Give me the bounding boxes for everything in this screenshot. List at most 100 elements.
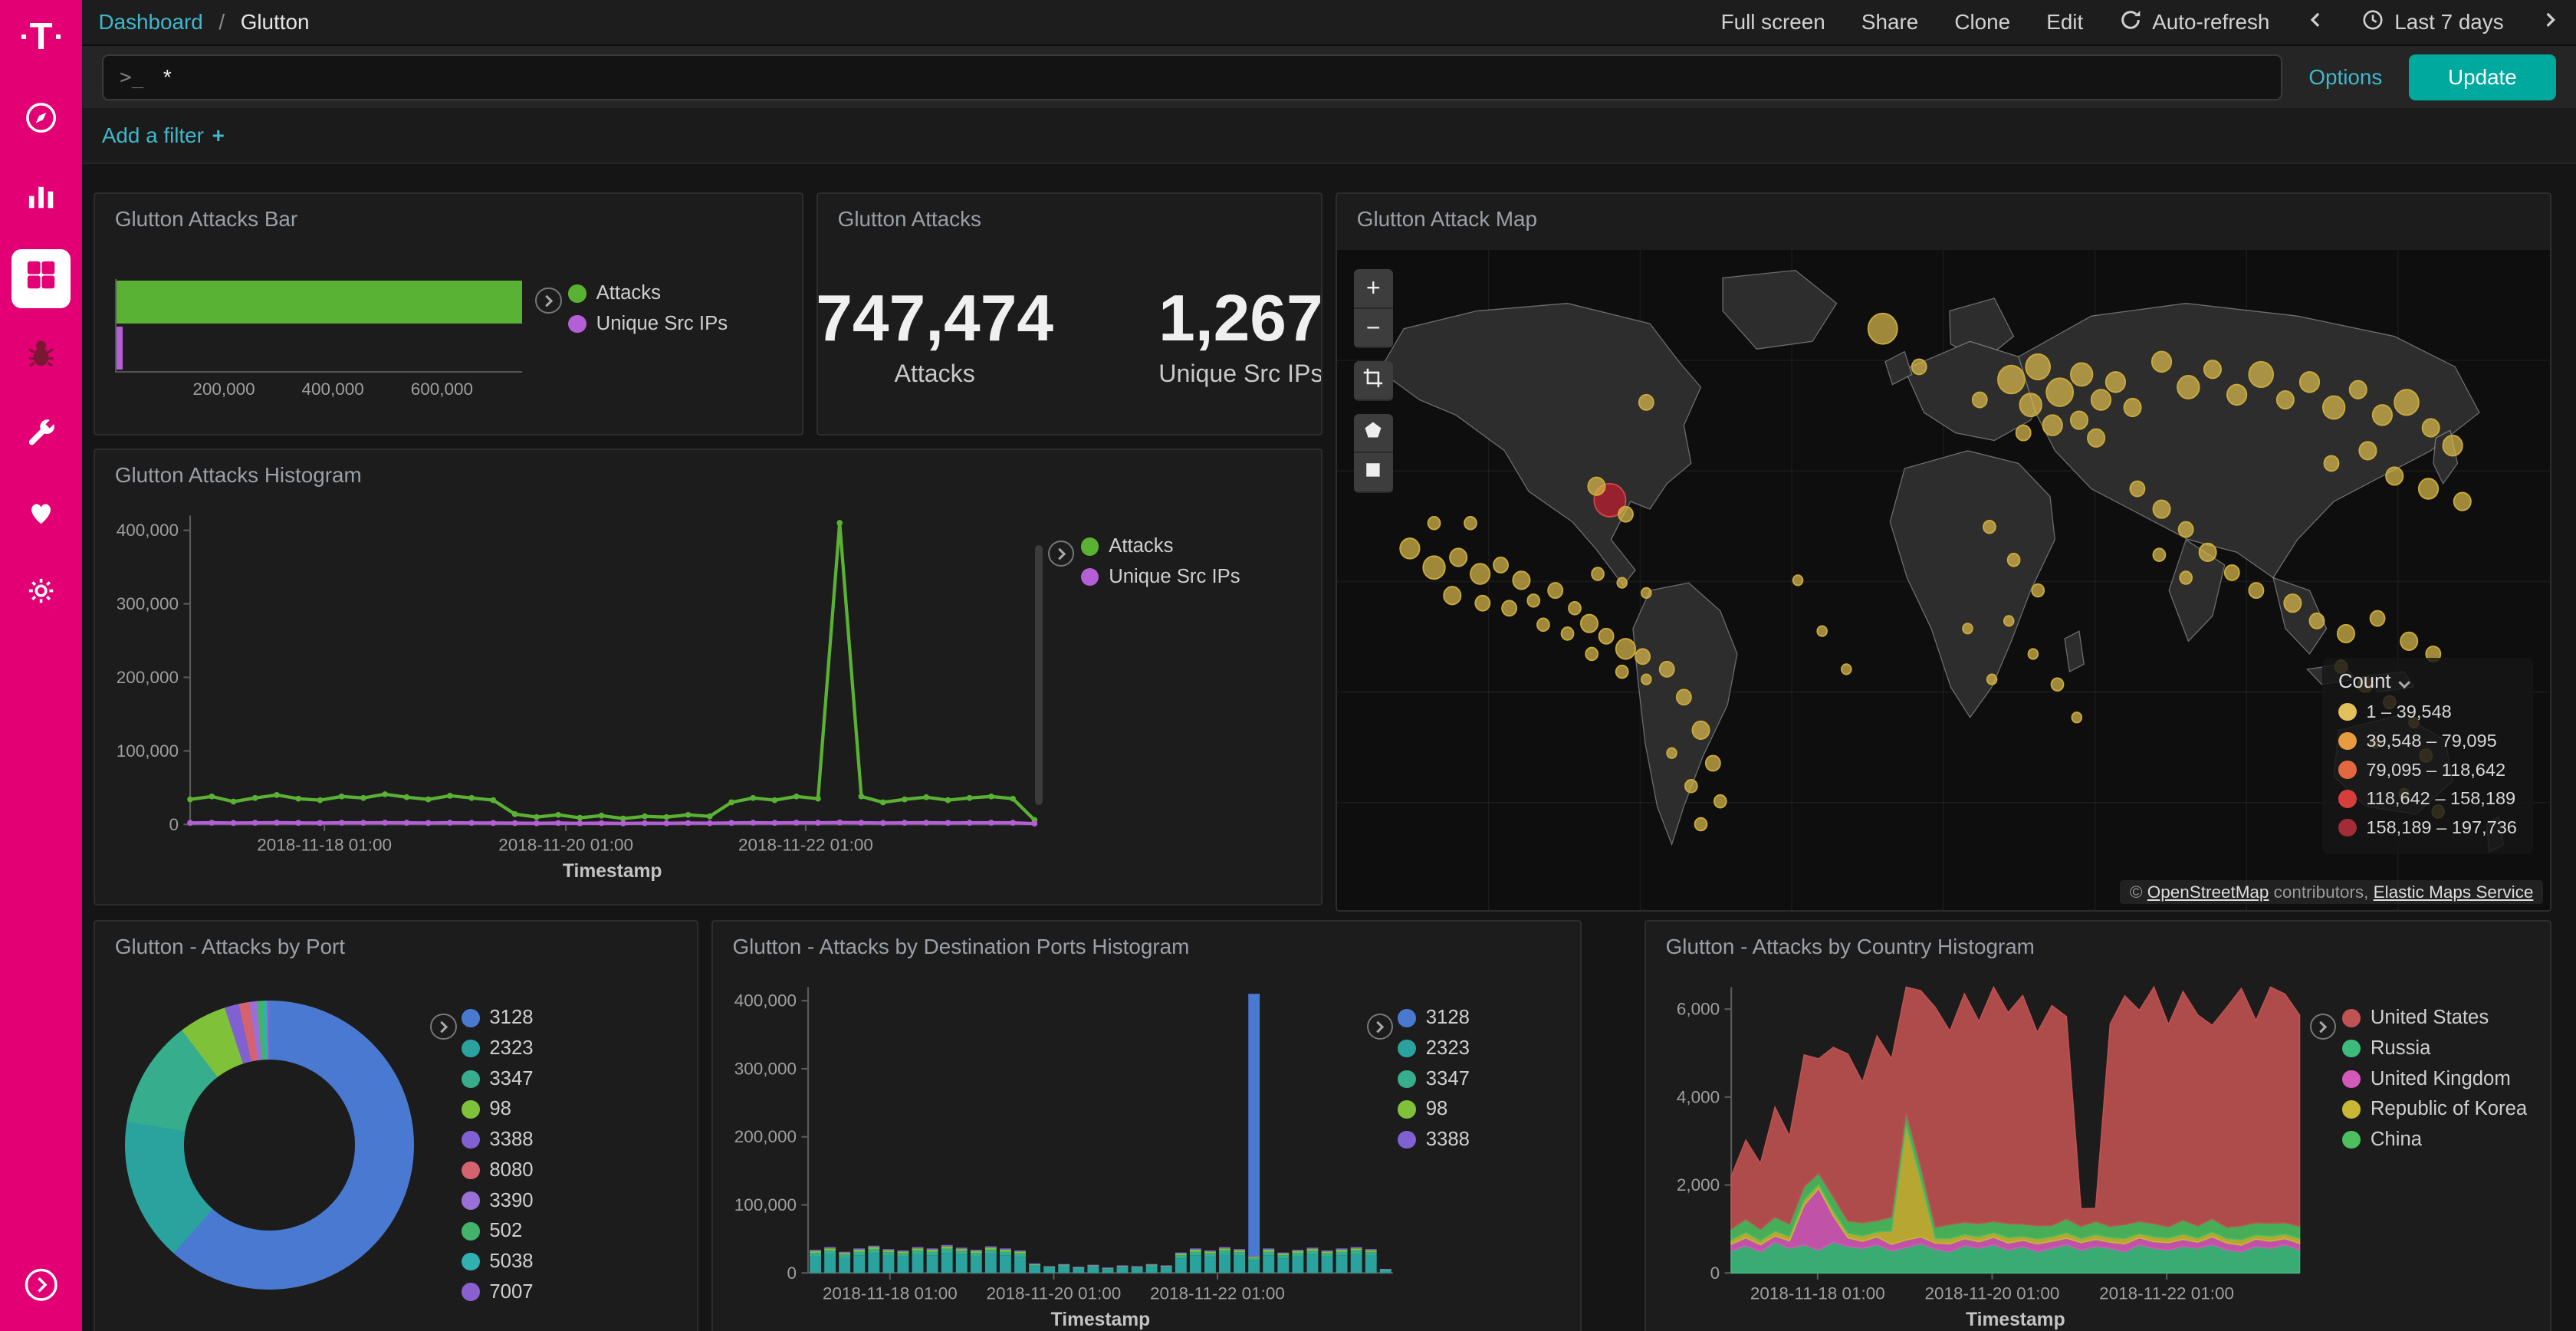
breadcrumb-dashboard-link[interactable]: Dashboard [99,10,203,34]
legend-item[interactable]: Attacks [1081,535,1240,557]
time-range-picker[interactable]: Last 7 days [2361,8,2503,37]
panel-title: Glutton - Attacks by Port [95,922,697,966]
line-chart: 0100,000200,000300,000400,0002018-11-18 … [98,499,1048,897]
legend-item[interactable]: Unique Src IPs [1081,566,1240,588]
legend-item[interactable]: 8080 [462,1159,534,1181]
sidebar-item-uptime[interactable] [12,485,71,544]
legend-item[interactable]: Russia [2342,1037,2527,1060]
sidebar-item-monitoring[interactable] [12,328,71,387]
legend-label: 8080 [489,1159,533,1181]
sidebar-item-management[interactable] [12,564,71,623]
legend-item[interactable]: Attacks [568,282,728,304]
auto-refresh-button[interactable]: Auto-refresh [2119,8,2269,37]
time-back-button[interactable] [2306,10,2326,35]
legend-toggle[interactable] [430,1014,456,1040]
legend-item[interactable]: Republic of Korea [2342,1098,2527,1120]
legend-item[interactable]: United States [2342,1007,2527,1029]
legend-item[interactable]: China [2342,1129,2527,1151]
svg-text:0: 0 [169,815,179,834]
sidebar-item-visualize[interactable] [12,170,71,229]
search-query-input[interactable]: >_ * [102,54,2282,100]
legend-dot [462,1131,480,1149]
legend-item[interactable]: 3390 [462,1190,534,1212]
sidebar-item-dashboard[interactable] [12,249,71,308]
zoom-out-button[interactable]: − [1354,309,1393,348]
panel-glutton-attack-map: Glutton Attack Map [1336,192,2551,912]
bar-attacks[interactable] [117,281,522,324]
svg-text:300,000: 300,000 [117,594,179,613]
sidebar-collapse-button[interactable] [18,1265,64,1311]
legend-item[interactable]: 118,642 – 158,189 [2338,788,2517,809]
legend-item[interactable]: 2323 [462,1037,534,1060]
polygon-tool-button[interactable] [1354,414,1393,453]
legend-toggle[interactable] [1048,541,1074,567]
legend-item[interactable]: 39,548 – 79,095 [2338,731,2517,751]
dashboard-grid: Glutton Attacks Bar 200,000400,000600,00… [82,164,2576,1330]
panel-attacks-by-port: Glutton - Attacks by Port 3128 2323 3347 98… [94,920,698,1331]
plus-icon[interactable]: + [212,123,225,148]
clone-button[interactable]: Clone [1954,10,2010,35]
legend-item[interactable]: 98 [462,1098,534,1120]
legend-item[interactable]: 3347 [462,1068,534,1090]
legend-dot [462,1283,480,1301]
rectangle-tool-button[interactable] [1354,453,1393,492]
openstreetmap-link[interactable]: OpenStreetMap [2147,882,2269,902]
legend-item[interactable]: 98 [1398,1098,1470,1120]
query-options-link[interactable]: Options [2308,65,2382,90]
legend-toggle[interactable] [2310,1014,2336,1040]
svg-text:2018-11-20 01:00: 2018-11-20 01:00 [987,1284,1122,1303]
legend-dot [462,1191,480,1210]
svg-text:4,000: 4,000 [1677,1088,1720,1107]
gear-icon [23,573,59,616]
svg-text:2018-11-20 01:00: 2018-11-20 01:00 [1925,1284,2060,1303]
legend-label: 502 [489,1220,522,1242]
zoom-in-button[interactable]: + [1354,269,1393,308]
share-button[interactable]: Share [1861,10,1918,35]
legend-label: Russia [2371,1037,2431,1060]
svg-text:300,000: 300,000 [734,1060,797,1079]
svg-text:0: 0 [787,1264,797,1283]
edit-button[interactable]: Edit [2046,10,2083,35]
legend-item[interactable]: 502 [462,1220,534,1242]
world-map[interactable]: + − Count 1 – 39,54839,548 – 79,09579,09… [1337,250,2550,911]
compass-icon [23,100,59,143]
axis-tick-label: 200,000 [192,380,255,399]
legend-item[interactable]: 3388 [462,1129,534,1151]
breadcrumb-current: Glutton [241,10,310,34]
bar-chart-icon [23,178,59,221]
legend-item[interactable]: 3128 [462,1007,534,1029]
time-forward-button[interactable] [2540,10,2560,35]
legend-item[interactable]: Unique Src IPs [568,313,728,335]
legend-item[interactable]: 3388 [1398,1129,1470,1151]
elastic-maps-service-link[interactable]: Elastic Maps Service [2374,882,2534,902]
legend-toggle[interactable] [535,288,561,314]
legend-label: Attacks [596,282,661,304]
panel-glutton-attacks-histogram: Glutton Attacks Histogram 0100,000200,00… [94,449,1322,905]
bar-unique-src-ips[interactable] [117,327,123,370]
legend-item[interactable]: 1 – 39,548 [2338,702,2517,722]
legend-dot [568,284,586,303]
wrench-icon [23,415,59,458]
legend-item[interactable]: 2323 [1398,1037,1470,1060]
legend-toggle[interactable] [1367,1014,1393,1040]
legend-item[interactable]: 7007 [462,1281,534,1303]
sidebar-item-discover[interactable] [12,91,71,150]
legend-item[interactable]: 3347 [1398,1068,1470,1090]
update-button[interactable]: Update [2409,54,2557,100]
panel-glutton-attacks-metric: Glutton Attacks 747,474 Attacks 1,267 Un… [816,192,1322,435]
crop-tool-button[interactable] [1354,361,1393,400]
legend-item[interactable]: 79,095 – 118,642 [2338,760,2517,781]
map-controls: + − [1354,269,1393,492]
sidebar-item-devtools[interactable] [12,406,71,465]
legend-dot [462,1040,480,1058]
fullscreen-button[interactable]: Full screen [1721,10,1825,35]
legend-label: 3347 [1426,1068,1470,1090]
add-filter-link[interactable]: Add a filter [102,123,204,148]
scrollbar-thumb[interactable] [1035,545,1043,805]
chevron-down-icon[interactable] [2399,676,2410,688]
legend-item[interactable]: United Kingdom [2342,1068,2527,1090]
legend-dot [1398,1070,1416,1089]
legend-item[interactable]: 5038 [462,1250,534,1273]
legend-item[interactable]: 3128 [1398,1007,1470,1029]
legend-item[interactable]: 158,189 – 197,736 [2338,817,2517,838]
